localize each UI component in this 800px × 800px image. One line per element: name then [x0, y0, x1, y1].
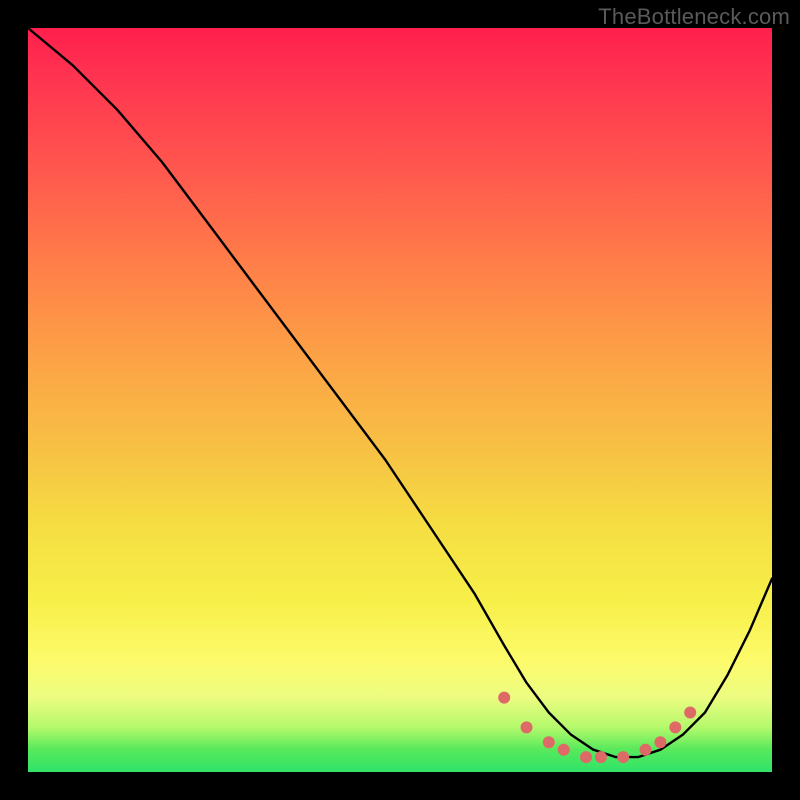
highlight-dot [543, 737, 554, 748]
highlight-dot [640, 744, 651, 755]
highlight-dot [595, 752, 606, 763]
highlight-dot [655, 737, 666, 748]
bottleneck-curve [28, 28, 772, 757]
highlight-dot [685, 707, 696, 718]
highlight-dot [581, 752, 592, 763]
bottleneck-chart [28, 28, 772, 772]
highlight-dot [499, 692, 510, 703]
highlight-dot [558, 744, 569, 755]
plot-area [28, 28, 772, 772]
highlight-dot [521, 722, 532, 733]
highlight-dot [618, 752, 629, 763]
watermark-text: TheBottleneck.com [598, 4, 790, 30]
chart-frame: TheBottleneck.com [0, 0, 800, 800]
highlight-dot [670, 722, 681, 733]
